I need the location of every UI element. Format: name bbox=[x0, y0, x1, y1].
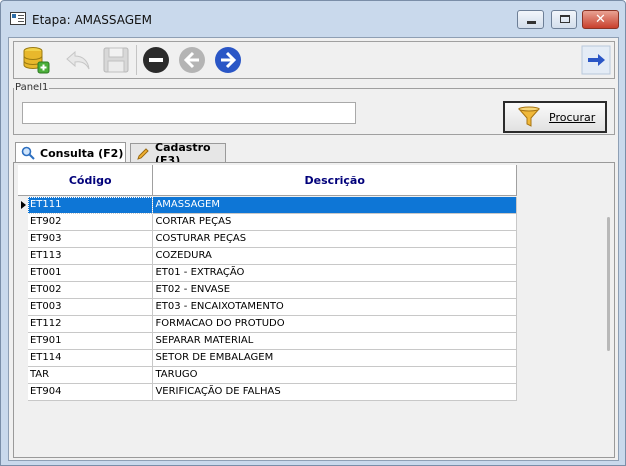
table-row[interactable]: ET112 FORMACAO DO PROTUDO bbox=[18, 316, 517, 333]
cell-codigo[interactable]: ET112 bbox=[27, 316, 154, 333]
title-bar[interactable]: Etapa: AMASSAGEM ✕ bbox=[1, 1, 625, 37]
database-add-icon bbox=[23, 47, 50, 74]
column-header-descricao[interactable]: Descrição bbox=[153, 165, 517, 196]
next-button[interactable] bbox=[212, 44, 244, 76]
row-indicator bbox=[18, 197, 28, 214]
cell-descricao[interactable]: ET01 - EXTRAÇÃO bbox=[153, 265, 517, 282]
table-row[interactable]: ET003 ET03 - ENCAIXOTAMENTO bbox=[18, 299, 517, 316]
table-row[interactable]: ET901 SEPARAR MATERIAL bbox=[18, 333, 517, 350]
close-button[interactable]: ✕ bbox=[582, 10, 619, 29]
cell-descricao[interactable]: COZEDURA bbox=[153, 248, 517, 265]
row-indicator bbox=[18, 248, 28, 265]
previous-button[interactable] bbox=[176, 44, 208, 76]
cell-descricao[interactable]: SEPARAR MATERIAL bbox=[153, 333, 517, 350]
row-indicator bbox=[18, 214, 28, 231]
delete-icon bbox=[143, 47, 169, 73]
procurar-label: Procurar bbox=[549, 110, 596, 124]
vertical-scrollbar[interactable] bbox=[607, 217, 610, 351]
maximize-button[interactable] bbox=[551, 10, 577, 29]
procurar-button[interactable]: Procurar bbox=[503, 101, 607, 133]
undo-button[interactable] bbox=[62, 44, 94, 76]
row-indicator bbox=[18, 282, 28, 299]
row-indicator bbox=[18, 384, 28, 401]
table-row[interactable]: ET904 VERIFICAÇÃO DE FALHAS bbox=[18, 384, 517, 401]
row-indicator bbox=[18, 316, 28, 333]
exit-button[interactable] bbox=[580, 44, 612, 76]
row-indicator bbox=[18, 333, 28, 350]
cell-descricao[interactable]: ET03 - ENCAIXOTAMENTO bbox=[153, 299, 517, 316]
save-button[interactable] bbox=[100, 44, 132, 76]
table-row[interactable]: TAR TARUGO bbox=[18, 367, 517, 384]
table-row[interactable]: ET903 COSTURAR PEÇAS bbox=[18, 231, 517, 248]
cell-descricao[interactable]: CORTAR PEÇAS bbox=[153, 214, 517, 231]
column-header-codigo[interactable]: Código bbox=[27, 165, 154, 196]
row-indicator bbox=[18, 350, 28, 367]
maximize-icon bbox=[560, 15, 570, 23]
main-window: Etapa: AMASSAGEM ✕ Panel1 Procurar Consu… bbox=[0, 0, 626, 466]
cell-codigo[interactable]: ET002 bbox=[27, 282, 154, 299]
row-indicator bbox=[18, 265, 28, 282]
grid-header: Código Descrição bbox=[18, 165, 517, 196]
table-row[interactable]: ET002 ET02 - ENVASE bbox=[18, 282, 517, 299]
cell-codigo[interactable]: ET903 bbox=[27, 231, 154, 248]
back-arrow-icon bbox=[179, 47, 205, 73]
cell-descricao[interactable]: AMASSAGEM bbox=[153, 197, 517, 214]
minimize-icon bbox=[527, 21, 536, 24]
cell-codigo[interactable]: ET001 bbox=[27, 265, 154, 282]
row-indicator bbox=[18, 299, 28, 316]
app-icon[interactable] bbox=[10, 12, 26, 25]
funnel-icon bbox=[517, 106, 541, 127]
table-row[interactable]: ET114 SETOR DE EMBALAGEM bbox=[18, 350, 517, 367]
minimize-button[interactable] bbox=[517, 10, 544, 29]
undo-icon bbox=[66, 50, 90, 70]
magnifier-icon bbox=[21, 146, 35, 160]
pencil-icon bbox=[136, 147, 150, 161]
cell-codigo[interactable]: ET904 bbox=[27, 384, 154, 401]
cell-codigo[interactable]: TAR bbox=[27, 367, 154, 384]
grid-rows: ET111 AMASSAGEM ET902 CORTAR PEÇAS ET903 COST… bbox=[18, 197, 517, 401]
cell-descricao[interactable]: ET02 - ENVASE bbox=[153, 282, 517, 299]
tab-cadastro[interactable]: Cadastro (F3) bbox=[130, 141, 226, 167]
client-area: Panel1 Procurar Consulta (F2) Cadastro (… bbox=[8, 37, 619, 461]
toolbar bbox=[13, 41, 615, 79]
save-icon bbox=[103, 47, 129, 73]
tab-consulta-label: Consulta (F2) bbox=[40, 146, 124, 160]
cell-codigo[interactable]: ET003 bbox=[27, 299, 154, 316]
add-record-button[interactable] bbox=[20, 44, 52, 76]
cell-codigo[interactable]: ET114 bbox=[27, 350, 154, 367]
window-title: Etapa: AMASSAGEM bbox=[32, 13, 152, 27]
search-input[interactable] bbox=[22, 102, 356, 124]
cell-descricao[interactable]: COSTURAR PEÇAS bbox=[153, 231, 517, 248]
row-indicator bbox=[18, 367, 28, 384]
table-row[interactable]: ET001 ET01 - EXTRAÇÃO bbox=[18, 265, 517, 282]
exit-arrow-icon bbox=[581, 45, 611, 75]
row-indicator bbox=[18, 231, 28, 248]
cell-descricao[interactable]: FORMACAO DO PROTUDO bbox=[153, 316, 517, 333]
cell-codigo[interactable]: ET113 bbox=[27, 248, 154, 265]
close-icon: ✕ bbox=[595, 12, 606, 27]
forward-arrow-icon bbox=[215, 47, 241, 73]
indicator-header bbox=[18, 165, 28, 196]
cell-descricao[interactable]: VERIFICAÇÃO DE FALHAS bbox=[153, 384, 517, 401]
cell-codigo[interactable]: ET902 bbox=[27, 214, 154, 231]
cell-descricao[interactable]: SETOR DE EMBALAGEM bbox=[153, 350, 517, 367]
cell-codigo[interactable]: ET111 bbox=[27, 197, 154, 214]
table-row[interactable]: ET902 CORTAR PEÇAS bbox=[18, 214, 517, 231]
tab-consulta[interactable]: Consulta (F2) bbox=[15, 142, 126, 163]
panel-legend: Panel1 bbox=[14, 83, 50, 92]
cell-descricao[interactable]: TARUGO bbox=[153, 367, 517, 384]
cell-codigo[interactable]: ET901 bbox=[27, 333, 154, 350]
delete-button[interactable] bbox=[140, 44, 172, 76]
table-row[interactable]: ET111 AMASSAGEM bbox=[18, 197, 517, 214]
table-row[interactable]: ET113 COZEDURA bbox=[18, 248, 517, 265]
current-row-arrow-icon bbox=[21, 201, 26, 209]
